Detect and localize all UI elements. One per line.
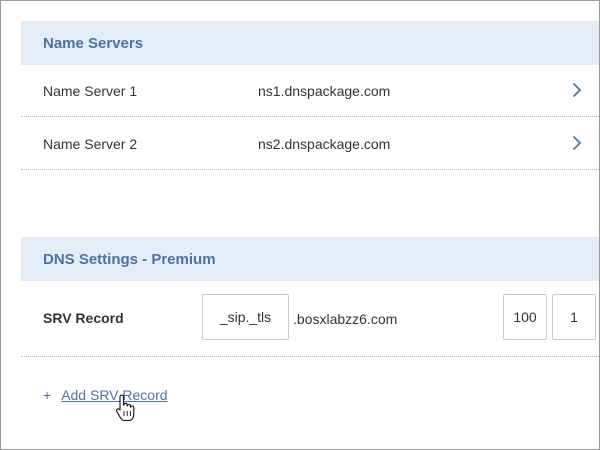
name-servers-title: Name Servers [43, 34, 144, 52]
plus-icon: + [43, 387, 52, 403]
srv-weight-input[interactable]: 1 [552, 294, 596, 340]
name-server-value: ns1.dnspackage.com [258, 83, 391, 99]
name-server-label: Name Server 2 [43, 136, 138, 152]
srv-record-row: SRV Record _sip._tls .bosxlabzz6.com 100… [21, 281, 599, 357]
name-server-row-2[interactable]: Name Server 2 ns2.dnspackage.com [21, 118, 599, 170]
dns-settings-header: DNS Settings - Premium [21, 237, 599, 281]
name-server-row-1[interactable]: Name Server 1 ns1.dnspackage.com [21, 65, 599, 117]
srv-domain-suffix: .bosxlabzz6.com [293, 311, 398, 327]
add-srv-record-link[interactable]: + Add SRV Record [43, 387, 168, 403]
name-server-value: ns2.dnspackage.com [258, 136, 391, 152]
name-server-label: Name Server 1 [43, 83, 138, 99]
chevron-right-icon[interactable] [571, 81, 583, 99]
srv-record-label: SRV Record [43, 310, 124, 326]
dns-settings-panel: Name Servers Name Server 1 ns1.dnspackag… [0, 0, 600, 450]
srv-service-input[interactable]: _sip._tls [202, 294, 289, 340]
chevron-right-icon[interactable] [571, 134, 583, 152]
dns-settings-title: DNS Settings - Premium [43, 250, 216, 268]
srv-priority-input[interactable]: 100 [503, 294, 547, 340]
name-servers-header: Name Servers [21, 21, 599, 65]
hand-pointer-icon [115, 394, 135, 422]
